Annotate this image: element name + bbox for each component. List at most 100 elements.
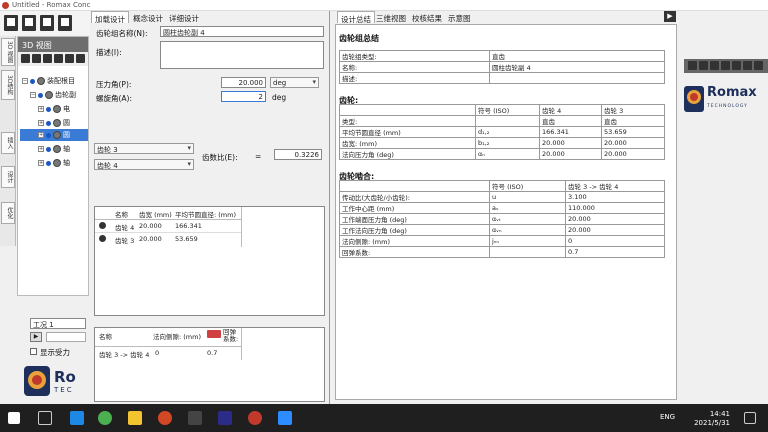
- tab-check-results[interactable]: 校核结果: [409, 11, 445, 23]
- tab-3d-view[interactable]: 三维视图: [373, 11, 409, 23]
- edge-icon[interactable]: [70, 411, 84, 425]
- show-force-checkbox[interactable]: [30, 348, 37, 355]
- wrench-icon[interactable]: [732, 61, 741, 70]
- brand-name: Romax: [707, 85, 757, 100]
- romax-app-icon[interactable]: [248, 411, 262, 425]
- tab-design-summary[interactable]: 设计总结: [337, 11, 375, 24]
- vtab-optimize[interactable]: 优化: [1, 202, 15, 224]
- tab-concept-design[interactable]: 概念设计: [130, 11, 166, 23]
- play-icon[interactable]: ▶: [30, 332, 42, 342]
- vtab-3d-structure[interactable]: 3D结构: [1, 70, 15, 100]
- settings-icon[interactable]: [743, 61, 752, 70]
- powerpoint-icon[interactable]: [158, 411, 172, 425]
- expand-icon[interactable]: +: [38, 132, 44, 138]
- table-cell[interactable]: 0.7: [207, 349, 217, 357]
- zoom-icon[interactable]: [65, 54, 74, 63]
- model-tree-panel: 3D 视图 − 装配根目 − 齿轮副 + 电 + 圆 + 圆 + 轴 + 轴: [17, 36, 89, 296]
- table-row[interactable]: 齿轮 3 -> 齿轮 4: [99, 349, 149, 359]
- summary-table: 齿轮组类型: 直齿 名称: 圆柱齿轮副 4 描述:: [339, 50, 665, 84]
- shaft-icon: [53, 159, 61, 167]
- new-file-icon[interactable]: [4, 15, 18, 31]
- gearset-icon: [45, 91, 53, 99]
- fit-view-icon[interactable]: [54, 54, 63, 63]
- open-file-icon[interactable]: [22, 15, 36, 31]
- view-top-icon[interactable]: [43, 54, 52, 63]
- language-indicator[interactable]: ENG: [660, 413, 675, 421]
- status-dot-icon: [46, 160, 51, 166]
- app-icon[interactable]: [218, 411, 232, 425]
- vtab-3d-view[interactable]: 3D 视图: [1, 38, 15, 66]
- clock[interactable]: 14:41 2021/5/31: [694, 410, 730, 428]
- table-row[interactable]: 齿轮 4: [115, 222, 134, 232]
- rotate-icon[interactable]: [76, 54, 85, 63]
- romax-shield-icon: [684, 86, 704, 112]
- vtab-insert[interactable]: 插入: [1, 132, 15, 154]
- gear-a-select[interactable]: 齿轮 3: [94, 143, 194, 154]
- zoom-in-icon[interactable]: [688, 61, 697, 70]
- help-icon[interactable]: [754, 61, 763, 70]
- expand-icon[interactable]: +: [38, 106, 44, 112]
- zoom-app-icon[interactable]: [278, 411, 292, 425]
- expand-icon[interactable]: −: [30, 92, 36, 98]
- main-toolbar: [0, 11, 90, 35]
- expand-icon[interactable]: −: [22, 78, 28, 84]
- task-view-icon[interactable]: [38, 411, 52, 425]
- pan-icon[interactable]: [721, 61, 730, 70]
- mesh-table-header-backlash: 法向侧隙: (mm): [153, 333, 201, 341]
- load-case-slider[interactable]: [46, 332, 86, 342]
- tab-schematic[interactable]: 示意图: [445, 11, 474, 23]
- pressure-angle-unit-select[interactable]: deg: [270, 77, 319, 88]
- tree-node-assembly[interactable]: − 装配根目: [22, 75, 75, 87]
- status-dot-icon: [46, 132, 51, 138]
- expand-icon[interactable]: +: [38, 146, 44, 152]
- export-icon[interactable]: [58, 15, 72, 31]
- search-icon[interactable]: [710, 61, 719, 70]
- helix-angle-input[interactable]: 2: [221, 91, 266, 102]
- load-case-panel: 工况 1 ▶ 显示受力: [30, 318, 90, 364]
- vtab-design[interactable]: 设计: [1, 166, 15, 188]
- table-row[interactable]: 齿轮 3: [115, 235, 134, 245]
- table-cell[interactable]: 53.659: [175, 235, 198, 243]
- calculator-icon[interactable]: [207, 330, 221, 338]
- table-cell[interactable]: 166.341: [175, 222, 202, 230]
- collapse-panel-icon[interactable]: ▶: [664, 11, 676, 22]
- tab-load-design[interactable]: 加载设计: [91, 11, 129, 24]
- tree-node-gearset[interactable]: − 齿轮副: [30, 89, 76, 101]
- tree-node-motor[interactable]: + 电: [38, 103, 70, 115]
- gear-b-select[interactable]: 齿轮 4: [94, 159, 194, 170]
- right-sidebar-toolbar: [684, 59, 768, 73]
- gear-table-header-name: 名称: [115, 211, 128, 219]
- tree-node-shaft-a[interactable]: + 轴: [38, 143, 70, 155]
- chrome-icon[interactable]: [98, 411, 112, 425]
- summary-title: 齿轮组总结: [339, 34, 379, 43]
- tree-panel-header: 3D 视图: [18, 37, 88, 52]
- expand-icon[interactable]: +: [38, 160, 44, 166]
- description-input[interactable]: [160, 41, 324, 69]
- load-case-select[interactable]: 工况 1: [30, 318, 86, 329]
- folder-icon[interactable]: [128, 411, 142, 425]
- start-icon[interactable]: [8, 412, 20, 424]
- status-dot-icon: [46, 146, 51, 152]
- brand-subtitle: TECHNOLOGY: [707, 104, 748, 109]
- pressure-angle-input[interactable]: 20.000: [221, 77, 266, 88]
- tree-node-shaft-b[interactable]: + 轴: [38, 157, 70, 169]
- save-icon[interactable]: [40, 15, 54, 31]
- notification-icon[interactable]: [744, 412, 756, 424]
- brand-name: Ro: [54, 368, 76, 386]
- tree-node-gear-b[interactable]: + 圆: [20, 129, 88, 141]
- tab-detail-design[interactable]: 详细设计: [166, 11, 202, 23]
- app-icon[interactable]: [188, 411, 202, 425]
- mesh-summary-table: 符号 (ISO) 齿轮 3 -> 齿轮 4 传动比(大齿轮/小齿轮): u 3.10…: [339, 180, 665, 258]
- right-sidebar: Romax TECHNOLOGY: [684, 11, 768, 404]
- table-cell[interactable]: 20.000: [139, 222, 162, 230]
- gear-table: 名称 齿宽 (mm) 平均节圆直径: (mm) 齿轮 4 20.000 166.…: [94, 206, 325, 316]
- table-cell[interactable]: 20.000: [139, 235, 162, 243]
- expand-icon[interactable]: +: [38, 120, 44, 126]
- view-side-icon[interactable]: [32, 54, 41, 63]
- gear-icon: [99, 222, 106, 229]
- tree-node-gear-a[interactable]: + 圆: [38, 117, 70, 129]
- gearset-name-input[interactable]: 圆柱齿轮副 4: [160, 26, 324, 37]
- view-front-icon[interactable]: [21, 54, 30, 63]
- table-cell[interactable]: 0: [155, 349, 159, 357]
- zoom-out-icon[interactable]: [699, 61, 708, 70]
